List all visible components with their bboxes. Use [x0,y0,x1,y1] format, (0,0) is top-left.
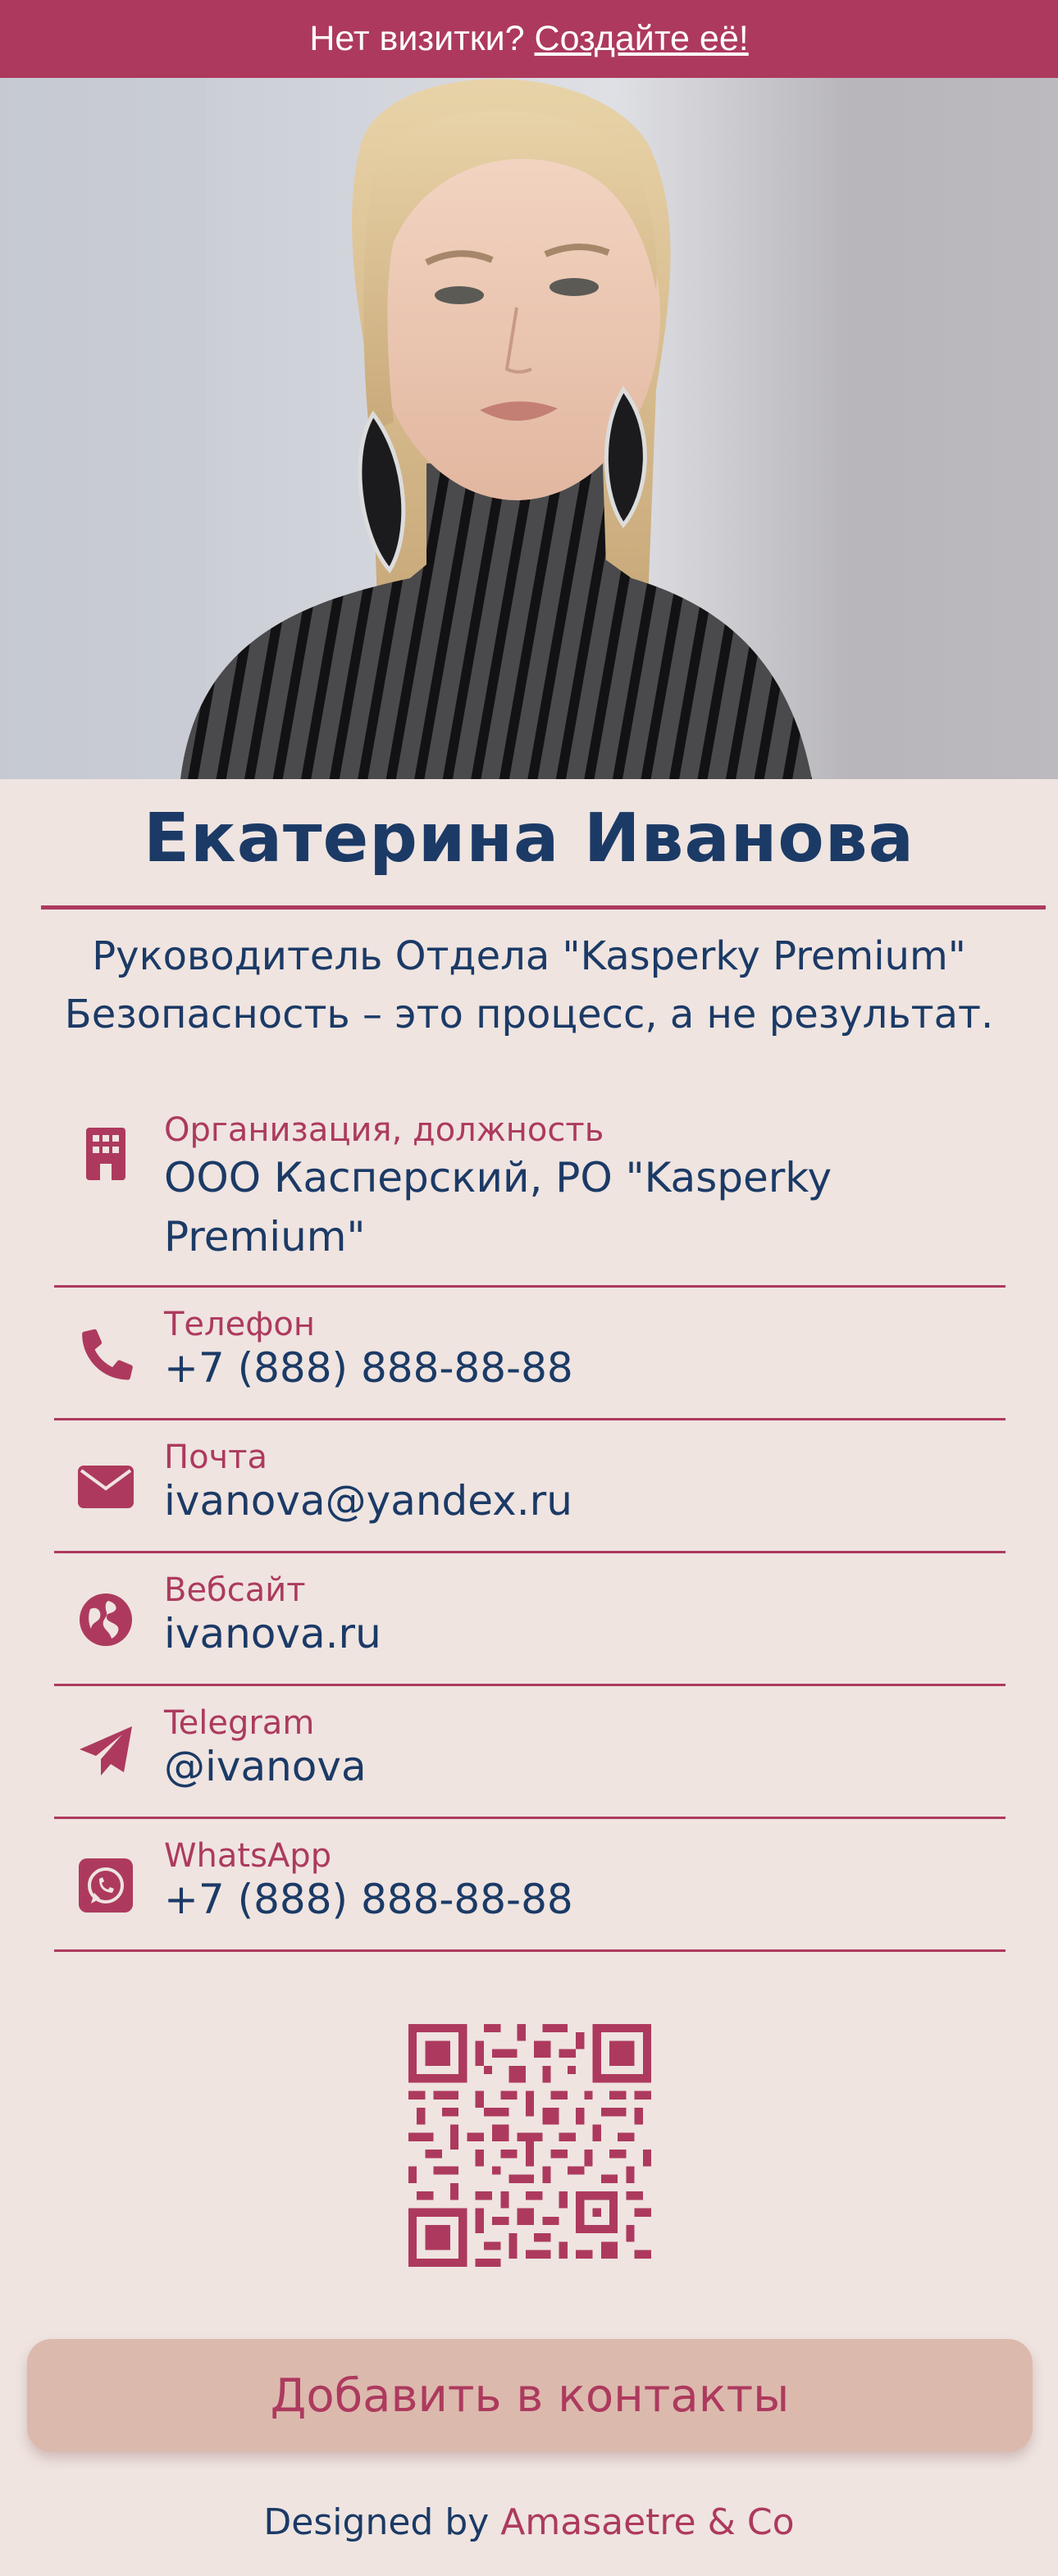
contact-organization-value: ООО Касперский, РО "Kasperky Premium" [164,1148,984,1266]
contact-telegram[interactable]: Telegram @ivanova [54,1686,1006,1819]
globe-icon [74,1588,138,1652]
add-to-contacts-button[interactable]: Добавить в контакты [27,2339,1033,2452]
profile-photo [0,78,1058,779]
contact-phone-value[interactable]: +7 (888) 888-88-88 [164,1338,984,1397]
building-icon [74,1122,138,1186]
contact-email[interactable]: Почта ivanova@yandex.ru [54,1420,1006,1553]
qr-code [408,2024,651,2267]
name-divider [41,905,1046,910]
top-banner: Нет визитки? Создайте её! [0,0,1058,78]
paper-plane-icon [74,1721,138,1785]
create-card-link[interactable]: Создайте её! [535,19,749,59]
footer-brand-link[interactable]: Amasaetre & Co [500,2501,794,2543]
contact-telegram-value[interactable]: @ivanova [164,1737,984,1796]
contact-organization-label: Организация, должность [164,1111,604,1149]
envelope-icon [74,1455,138,1519]
contact-whatsapp[interactable]: WhatsApp +7 (888) 888-88-88 [54,1819,1006,1952]
contact-organization-line2: Premium" [164,1213,366,1261]
contact-phone[interactable]: Телефон +7 (888) 888-88-88 [54,1288,1006,1420]
profile-motto: Безопасность – это процесс, а не результ… [64,992,994,1037]
contact-list: Организация, должность ООО Касперский, Р… [54,1099,1006,1952]
profile-position: Руководитель Отдела "Kasperky Premium" [92,933,966,979]
contact-website[interactable]: Вебсайт ivanova.ru [54,1553,1006,1686]
contact-website-value[interactable]: ivanova.ru [164,1604,984,1663]
phone-icon [74,1322,138,1386]
footer: Designed by Amasaetre & Co [0,2501,1058,2543]
business-card-page: Нет визитки? Создайте её! Екатерина Иван… [0,0,1058,2576]
contact-organization: Организация, должность ООО Касперский, Р… [54,1099,1006,1288]
banner-text: Нет визитки? [309,19,525,58]
contact-organization-line1: ООО Касперский, РО "Kasperky [164,1154,832,1201]
footer-prefix: Designed by [263,2501,490,2543]
contact-email-value[interactable]: ivanova@yandex.ru [164,1471,984,1530]
contact-whatsapp-value[interactable]: +7 (888) 888-88-88 [164,1870,984,1929]
whatsapp-icon [74,1853,138,1917]
profile-name: Екатерина Иванова [144,800,914,878]
